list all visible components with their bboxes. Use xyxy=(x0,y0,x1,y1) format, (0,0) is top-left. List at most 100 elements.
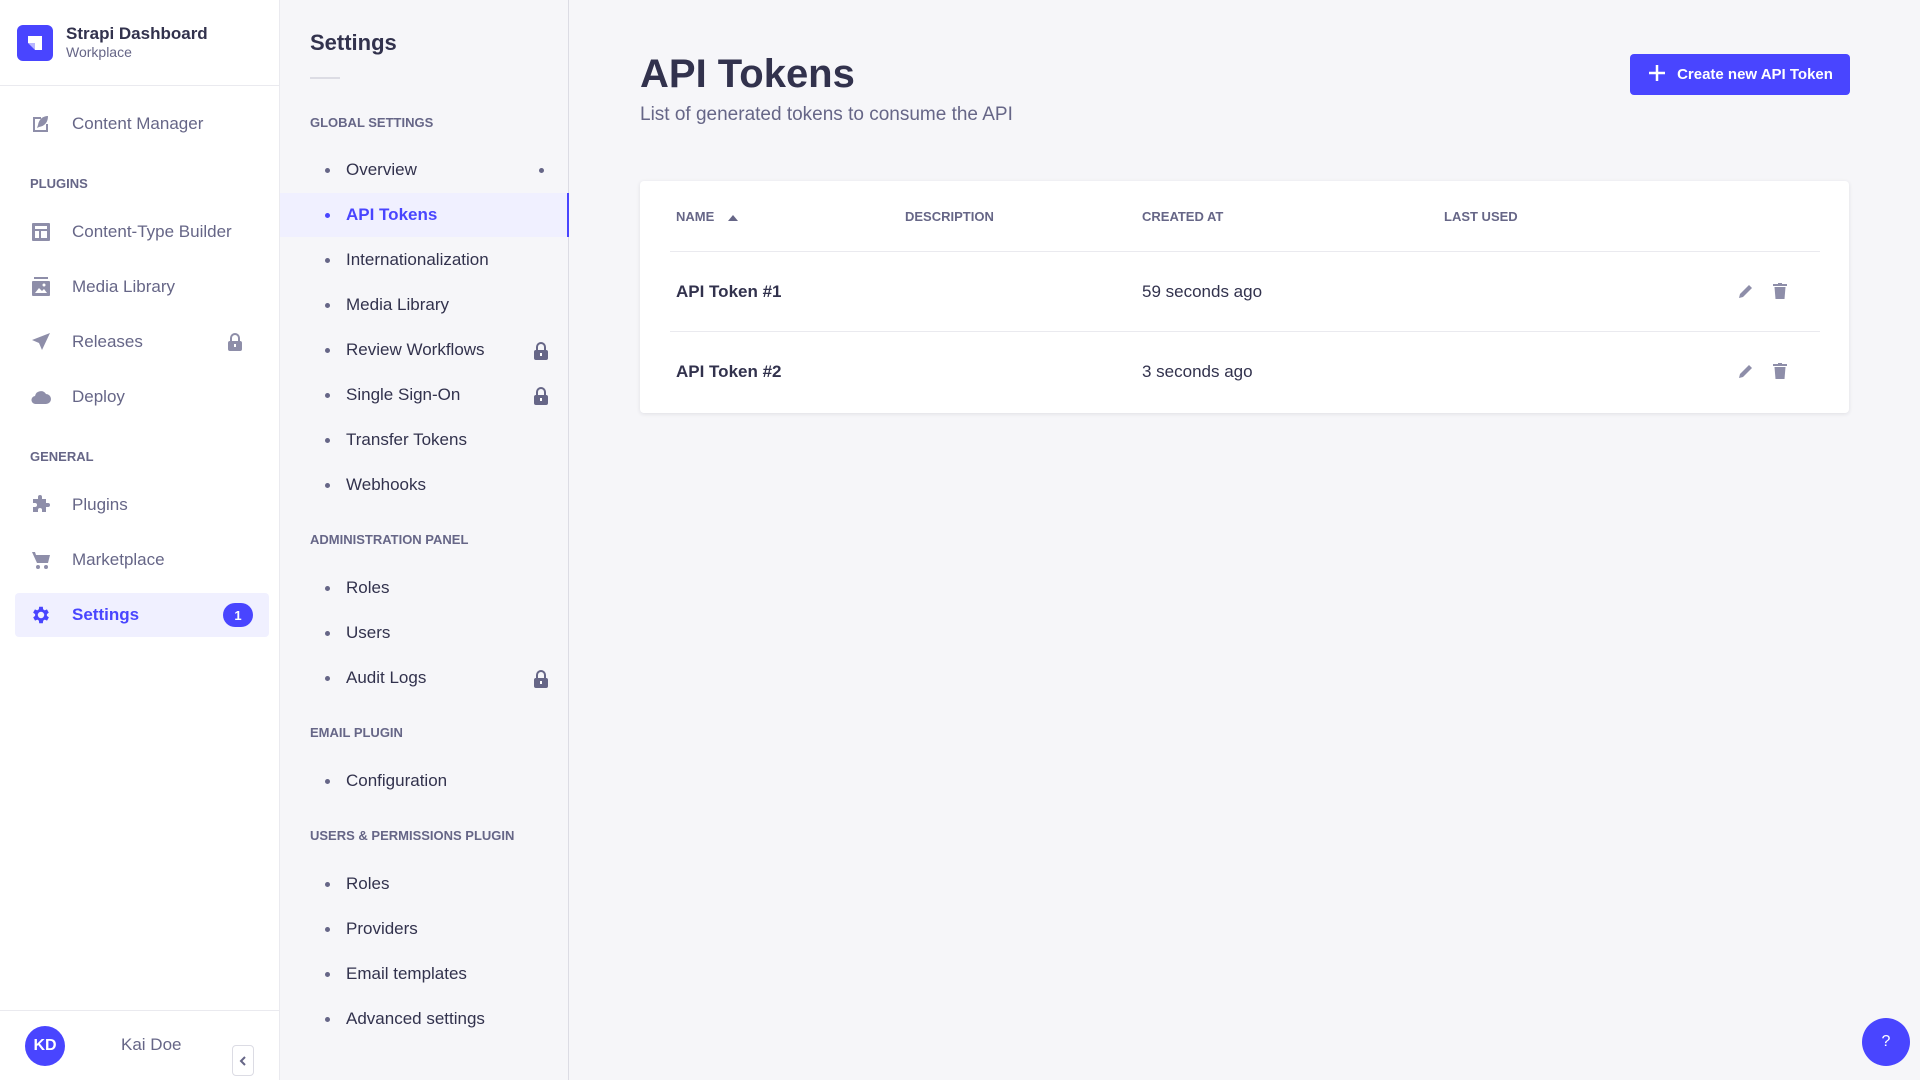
cloud-icon xyxy=(30,386,52,408)
avatar[interactable]: KD xyxy=(25,1026,65,1066)
settings-navigation: Settings Global Settings Overview API To… xyxy=(280,0,569,1080)
column-header-last-used: Last used xyxy=(1444,209,1518,224)
token-created-at: 3 seconds ago xyxy=(1142,362,1253,381)
nav-label: Releases xyxy=(72,332,143,351)
puzzle-icon xyxy=(30,494,52,516)
settings-item-advanced-settings[interactable]: Advanced settings xyxy=(280,997,569,1041)
edit-button[interactable] xyxy=(1734,359,1758,383)
bullet-icon xyxy=(325,675,330,681)
item-label: Roles xyxy=(346,578,390,597)
nav-label: Content Manager xyxy=(72,114,204,133)
sort-ascending-icon xyxy=(728,209,739,224)
bullet-icon xyxy=(325,926,330,932)
item-label: Webhooks xyxy=(346,475,427,494)
column-header-description: Description xyxy=(905,209,994,224)
lock-icon xyxy=(533,342,549,365)
bullet-icon xyxy=(325,971,330,977)
page-subtitle: List of generated tokens to consume the … xyxy=(640,104,1013,125)
user-name[interactable]: Kai Doe xyxy=(121,1035,181,1055)
pencil-icon xyxy=(1739,285,1752,298)
bullet-icon xyxy=(325,778,330,784)
api-tokens-table: Name Description Created at Last used AP… xyxy=(640,181,1849,413)
nav-content-type-builder[interactable]: Content-Type Builder xyxy=(15,210,269,254)
lock-icon xyxy=(533,387,549,410)
plus-icon xyxy=(1647,63,1667,87)
nav-label: Plugins xyxy=(72,495,128,514)
item-label: Roles xyxy=(346,874,390,893)
column-header-name[interactable]: Name xyxy=(676,209,739,224)
image-icon xyxy=(30,276,52,298)
settings-item-providers[interactable]: Providers xyxy=(280,907,569,951)
delete-button[interactable] xyxy=(1768,279,1792,303)
feather-icon xyxy=(30,113,52,135)
nav-settings[interactable]: Settings 1 xyxy=(15,593,269,637)
bullet-icon xyxy=(325,257,330,263)
section-administration-panel: Administration Panel xyxy=(310,532,469,547)
lock-icon xyxy=(533,670,549,693)
item-label: Media Library xyxy=(346,295,449,314)
indicator-dot-icon xyxy=(539,168,544,173)
help-button[interactable]: ? xyxy=(1862,1018,1910,1066)
settings-item-single-sign-on[interactable]: Single Sign-On xyxy=(280,373,569,417)
token-name: API Token #1 xyxy=(676,282,782,301)
nav-content-manager[interactable]: Content Manager xyxy=(15,102,269,146)
settings-title: Settings xyxy=(310,30,397,55)
bullet-icon xyxy=(325,482,330,488)
nav-plugins[interactable]: Plugins xyxy=(15,483,269,527)
nav-marketplace[interactable]: Marketplace xyxy=(15,538,269,582)
nav-section-plugins: Plugins xyxy=(30,176,88,191)
chevron-left-icon xyxy=(239,1055,246,1066)
nav-deploy[interactable]: Deploy xyxy=(15,375,269,419)
nav-label: Media Library xyxy=(72,277,175,296)
item-label: Providers xyxy=(346,919,418,938)
bullet-icon xyxy=(325,1016,330,1022)
item-label: Single Sign-On xyxy=(346,385,461,404)
item-label: Review Workflows xyxy=(346,340,485,359)
item-label: Overview xyxy=(346,160,417,179)
settings-item-overview[interactable]: Overview xyxy=(280,148,569,192)
brand-header: Strapi Dashboard Workplace xyxy=(0,0,279,86)
settings-item-webhooks[interactable]: Webhooks xyxy=(280,463,569,507)
nav-label: Settings xyxy=(72,605,140,624)
item-label: Advanced settings xyxy=(346,1009,485,1028)
item-label: Users xyxy=(346,623,391,642)
bullet-icon xyxy=(325,392,330,398)
create-api-token-button[interactable]: Create new API Token xyxy=(1630,54,1850,95)
edit-button[interactable] xyxy=(1734,279,1758,303)
settings-item-transfer-tokens[interactable]: Transfer Tokens xyxy=(280,418,569,462)
divider xyxy=(310,77,340,79)
settings-item-internationalization[interactable]: Internationalization xyxy=(280,238,569,282)
nav-label: Content-Type Builder xyxy=(72,222,232,241)
table-row[interactable]: API Token #1 59 seconds ago xyxy=(640,252,1849,332)
nav-releases[interactable]: Releases xyxy=(15,320,269,364)
settings-item-review-workflows[interactable]: Review Workflows xyxy=(280,328,569,372)
user-footer: KD Kai Doe xyxy=(0,1010,280,1080)
nav-section-general: General xyxy=(30,449,94,464)
bullet-icon xyxy=(325,212,330,218)
delete-button[interactable] xyxy=(1768,359,1792,383)
pencil-icon xyxy=(1739,365,1752,378)
settings-item-media-library[interactable]: Media Library xyxy=(280,283,569,327)
page-title: API Tokens xyxy=(640,52,855,96)
nav-label: Deploy xyxy=(72,387,125,406)
settings-item-email-templates[interactable]: Email templates xyxy=(280,952,569,996)
bullet-icon xyxy=(325,585,330,591)
brand-subtitle: Workplace xyxy=(66,44,132,60)
settings-item-up-roles[interactable]: Roles xyxy=(280,862,569,906)
bullet-icon xyxy=(325,437,330,443)
item-label: API Tokens xyxy=(346,205,438,224)
item-label: Transfer Tokens xyxy=(346,430,467,449)
settings-item-email-configuration[interactable]: Configuration xyxy=(280,759,569,803)
settings-item-users[interactable]: Users xyxy=(280,611,569,655)
notification-badge: 1 xyxy=(223,603,253,627)
gear-icon xyxy=(30,604,52,626)
item-label: Audit Logs xyxy=(346,668,427,687)
settings-item-audit-logs[interactable]: Audit Logs xyxy=(280,656,569,700)
section-users-permissions-plugin: Users & Permissions Plugin xyxy=(310,828,515,843)
table-row[interactable]: API Token #2 3 seconds ago xyxy=(640,332,1849,412)
nav-media-library[interactable]: Media Library xyxy=(15,265,269,309)
bullet-icon xyxy=(325,881,330,887)
collapse-nav-button[interactable] xyxy=(232,1045,254,1076)
settings-item-api-tokens[interactable]: API Tokens xyxy=(280,193,569,237)
settings-item-admin-roles[interactable]: Roles xyxy=(280,566,569,610)
